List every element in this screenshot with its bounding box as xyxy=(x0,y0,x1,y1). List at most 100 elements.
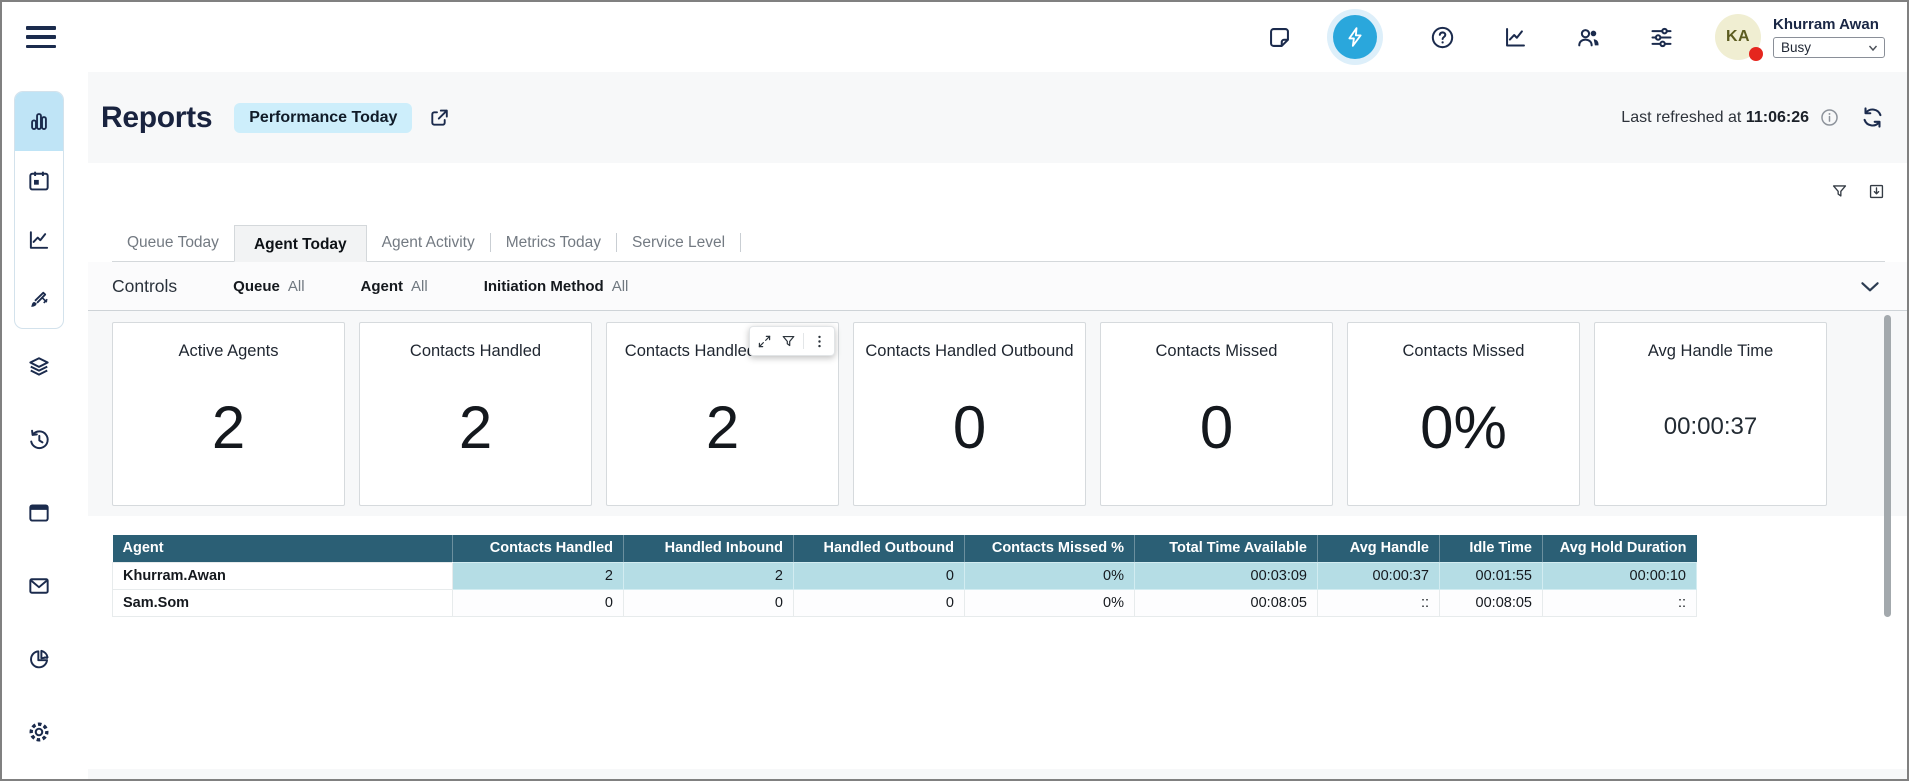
analytics-icon[interactable] xyxy=(1502,24,1529,51)
cell: 2 xyxy=(624,562,794,589)
cell: 0 xyxy=(453,589,624,616)
kpi-value: 2 xyxy=(706,361,739,505)
controls-title: Controls xyxy=(112,276,177,297)
col-avg-hold-duration[interactable]: Avg Hold Duration xyxy=(1543,535,1697,562)
cell: 00:01:55 xyxy=(1440,562,1543,589)
agent-name-cell: Khurram.Awan xyxy=(113,562,453,589)
col-idle-time[interactable]: Idle Time xyxy=(1440,535,1543,562)
table-row: Khurram.Awan 2 2 0 0% 00:03:09 00:00:37 … xyxy=(113,562,1697,589)
sidebar-analytics-group xyxy=(14,91,64,329)
filter-icon[interactable] xyxy=(1830,182,1849,201)
tab-agent-activity[interactable]: Agent Activity xyxy=(367,224,490,261)
cell: 00:00:10 xyxy=(1543,562,1697,589)
sidebar-item-customize-brush[interactable] xyxy=(15,269,63,328)
col-handled-inbound[interactable]: Handled Inbound xyxy=(624,535,794,562)
topbar: KA Khurram Awan Busy xyxy=(2,2,1907,72)
avatar[interactable]: KA xyxy=(1715,14,1761,60)
cell: 00:08:05 xyxy=(1440,589,1543,616)
sidebar-item-bar-chart[interactable] xyxy=(15,92,63,151)
kebab-menu-icon[interactable] xyxy=(811,333,828,350)
tab-service-level[interactable]: Service Level xyxy=(617,224,740,261)
presence-busy-dot xyxy=(1749,47,1763,61)
note-icon[interactable] xyxy=(1266,24,1293,51)
kpi-title: Active Agents xyxy=(179,342,279,361)
user-block: Khurram Awan Busy xyxy=(1773,16,1885,58)
quick-connect-button[interactable] xyxy=(1327,9,1383,65)
content-area: Reports Performance Today Last refreshed… xyxy=(88,72,1907,779)
info-icon[interactable] xyxy=(1819,107,1840,128)
expand-icon[interactable] xyxy=(756,333,773,350)
sidebar-item-window[interactable] xyxy=(26,500,52,526)
kpi-value: 2 xyxy=(459,361,492,505)
sidebar-item-layers[interactable] xyxy=(26,354,52,380)
tab-metrics-today[interactable]: Metrics Today xyxy=(491,224,616,261)
card-hover-toolbar xyxy=(749,326,835,356)
collapse-chevron-icon[interactable] xyxy=(1857,273,1883,299)
last-refreshed-text: Last refreshed at 11:06:26 xyxy=(1621,109,1809,127)
sidebar xyxy=(2,72,88,779)
page-title: Reports xyxy=(101,101,212,135)
kpi-value: 2 xyxy=(212,361,245,505)
col-contacts-handled[interactable]: Contacts Handled xyxy=(453,535,624,562)
refresh-area: Last refreshed at 11:06:26 xyxy=(1621,105,1885,130)
filter-agent-value: All xyxy=(411,278,428,295)
status-value: Busy xyxy=(1781,40,1811,55)
cell: 0% xyxy=(965,562,1135,589)
hamburger-menu-icon[interactable] xyxy=(26,26,56,48)
cell: :: xyxy=(1318,589,1440,616)
filter-queue-label: Queue xyxy=(233,278,280,295)
users-icon[interactable] xyxy=(1575,24,1602,51)
report-badge[interactable]: Performance Today xyxy=(234,103,412,133)
tab-queue-today[interactable]: Queue Today xyxy=(112,224,234,261)
tab-agent-today[interactable]: Agent Today xyxy=(234,225,367,262)
kpi-card-avg-handle-time: Avg Handle Time 00:00:37 xyxy=(1594,322,1827,506)
cell: 0 xyxy=(794,589,965,616)
topbar-actions: KA Khurram Awan Busy xyxy=(1220,9,1885,65)
cell: 0% xyxy=(965,589,1135,616)
sidebar-item-line-chart[interactable] xyxy=(15,210,63,269)
tabbar: Queue Today Agent Today Agent Activity M… xyxy=(112,224,1885,262)
last-refreshed-time: 11:06:26 xyxy=(1746,109,1809,126)
kpi-value: 0% xyxy=(1420,361,1507,505)
sidebar-item-history[interactable] xyxy=(26,427,52,453)
agent-name-cell: Sam.Som xyxy=(113,589,453,616)
filter-queue[interactable]: Queue All xyxy=(233,278,304,295)
sidebar-item-calendar[interactable] xyxy=(15,151,63,210)
tab-separator xyxy=(740,233,741,252)
sidebar-item-mail[interactable] xyxy=(26,573,52,599)
status-select[interactable]: Busy xyxy=(1773,37,1885,58)
external-link-icon[interactable] xyxy=(427,106,451,130)
filter-initiation-method[interactable]: Initiation Method All xyxy=(484,278,629,295)
sidebar-item-settings-gear[interactable] xyxy=(26,719,52,745)
kpi-title: Contacts Handled xyxy=(410,342,541,361)
filter-queue-value: All xyxy=(288,278,305,295)
filter-initiation-method-value: All xyxy=(612,278,629,295)
kpi-title: Contacts Missed xyxy=(1156,342,1278,361)
kpi-title: Contacts Handled Outbound xyxy=(865,342,1073,361)
refresh-icon[interactable] xyxy=(1860,105,1885,130)
sidebar-loose-items xyxy=(14,354,64,745)
col-agent[interactable]: Agent xyxy=(113,535,453,562)
last-refreshed-label: Last refreshed at xyxy=(1621,109,1741,126)
kpi-cards-strip: Active Agents 2 Contacts Handled 2 Conta… xyxy=(88,311,1907,516)
cell: 0 xyxy=(794,562,965,589)
col-handled-outbound[interactable]: Handled Outbound xyxy=(794,535,965,562)
col-contacts-missed-pct[interactable]: Contacts Missed % xyxy=(965,535,1135,562)
help-icon[interactable] xyxy=(1429,24,1456,51)
download-icon[interactable] xyxy=(1867,182,1886,201)
kpi-card-contacts-missed: Contacts Missed 0 xyxy=(1100,322,1333,506)
filter-initiation-method-label: Initiation Method xyxy=(484,278,604,295)
cell: 00:00:37 xyxy=(1318,562,1440,589)
table-header-row: Agent Contacts Handled Handled Inbound H… xyxy=(113,535,1697,562)
col-avg-handle[interactable]: Avg Handle xyxy=(1318,535,1440,562)
kpi-card-active-agents: Active Agents 2 xyxy=(112,322,345,506)
kpi-card-contacts-missed-pct: Contacts Missed 0% xyxy=(1347,322,1580,506)
vertical-scrollbar-thumb[interactable] xyxy=(1884,315,1891,617)
sliders-icon[interactable] xyxy=(1648,24,1675,51)
filter-agent[interactable]: Agent All xyxy=(361,278,428,295)
col-total-time-available[interactable]: Total Time Available xyxy=(1135,535,1318,562)
chevron-down-icon xyxy=(1867,42,1879,54)
agent-table: Agent Contacts Handled Handled Inbound H… xyxy=(112,535,1697,617)
sidebar-item-pie-chart[interactable] xyxy=(26,646,52,672)
filter-icon[interactable] xyxy=(780,333,797,350)
